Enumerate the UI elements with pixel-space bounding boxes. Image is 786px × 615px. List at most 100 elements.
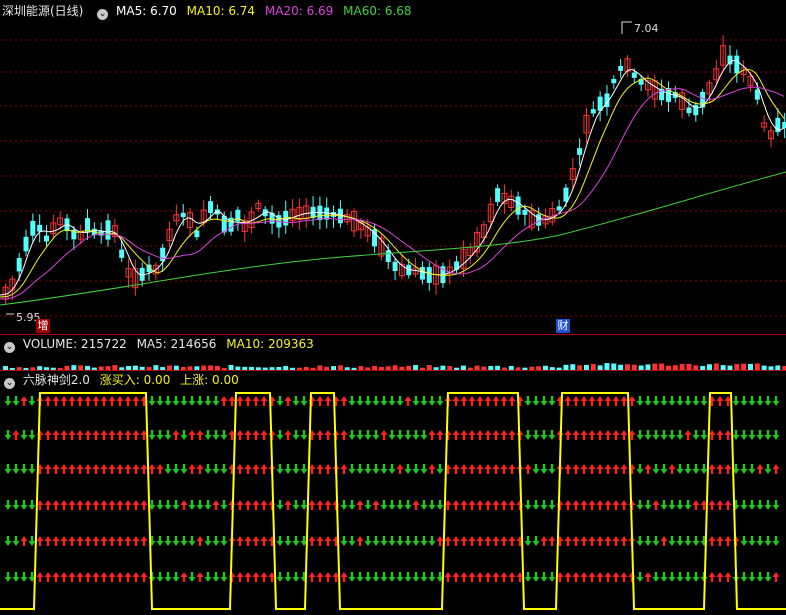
indicator-panel[interactable]: ⌄ 六脉神剑2.0 涨买入: 0.00 上涨: 0.00: [0, 371, 786, 615]
arrow-down-icon: [420, 500, 428, 510]
arrow-up-icon: [484, 536, 492, 546]
candle-body: [618, 65, 624, 71]
arrow-up-icon: [68, 500, 76, 510]
arrow-up-icon: [76, 396, 84, 406]
arrow-down-icon: [12, 536, 20, 546]
arrow-up-icon: [484, 396, 492, 406]
arrow-up-icon: [340, 396, 348, 406]
candle-body: [577, 148, 583, 155]
arrow-up-icon: [620, 572, 628, 582]
arrow-down-icon: [740, 464, 748, 474]
arrow-down-icon: [700, 464, 708, 474]
arrow-up-icon: [500, 430, 508, 440]
arrow-down-icon: [12, 464, 20, 474]
candle-body: [180, 212, 186, 218]
arrow-down-icon: [532, 430, 540, 440]
arrow-down-icon: [156, 396, 164, 406]
candlestick-chart[interactable]: [0, 0, 786, 334]
candle-body: [563, 187, 569, 202]
arrow-up-icon: [492, 500, 500, 510]
arrow-up-icon: [476, 430, 484, 440]
arrow-down-icon: [412, 464, 420, 474]
arrow-down-icon: [428, 536, 436, 546]
candle-body: [734, 55, 740, 74]
arrow-down-icon: [204, 430, 212, 440]
arrow-down-icon: [156, 430, 164, 440]
candle-body: [392, 261, 398, 272]
arrow-up-icon: [236, 430, 244, 440]
arrow-up-icon: [124, 536, 132, 546]
arrow-down-icon: [188, 500, 196, 510]
arrow-up-icon: [628, 572, 636, 582]
arrow-up-icon: [380, 430, 388, 440]
arrow-down-icon: [772, 430, 780, 440]
volume-bar: [754, 363, 760, 370]
arrow-up-icon: [188, 464, 196, 474]
arrow-down-icon: [676, 536, 684, 546]
arrow-down-icon: [204, 536, 212, 546]
arrow-down-icon: [764, 536, 772, 546]
arrow-up-icon: [588, 430, 596, 440]
arrow-down-icon: [148, 396, 156, 406]
arrow-up-icon: [244, 464, 252, 474]
arrow-down-icon: [172, 536, 180, 546]
candle-body: [208, 201, 214, 214]
arrow-down-icon: [676, 500, 684, 510]
arrow-down-icon: [300, 430, 308, 440]
event-marker-cai[interactable]: 财: [556, 319, 570, 333]
arrow-up-icon: [500, 464, 508, 474]
arrow-up-icon: [716, 500, 724, 510]
arrow-up-icon: [108, 536, 116, 546]
arrow-down-icon: [748, 464, 756, 474]
arrow-up-icon: [572, 396, 580, 406]
arrow-down-icon: [172, 464, 180, 474]
chevron-down-icon[interactable]: ⌄: [4, 378, 15, 389]
six-pulse-signal-chart[interactable]: [0, 371, 786, 615]
arrow-down-icon: [764, 430, 772, 440]
arrow-down-icon: [28, 430, 36, 440]
arrow-down-icon: [396, 536, 404, 546]
arrow-down-icon: [356, 396, 364, 406]
arrow-down-icon: [204, 396, 212, 406]
chevron-down-icon[interactable]: ⌄: [4, 342, 15, 353]
price-panel[interactable]: 深圳能源(日线) ⌄ MA5: 6.70 MA10: 6.74 MA20: 6.…: [0, 0, 786, 334]
arrow-up-icon: [572, 572, 580, 582]
arrow-down-icon: [172, 396, 180, 406]
arrow-down-icon: [636, 464, 644, 474]
arrow-up-icon: [76, 464, 84, 474]
arrow-up-icon: [316, 396, 324, 406]
arrow-down-icon: [20, 500, 28, 510]
arrow-down-icon: [548, 500, 556, 510]
arrow-up-icon: [100, 500, 108, 510]
arrow-up-icon: [604, 572, 612, 582]
arrow-down-icon: [188, 536, 196, 546]
volume-panel[interactable]: ⌄ VOLUME: 215722 MA5: 214656 MA10: 20936…: [0, 335, 786, 370]
arrow-up-icon: [596, 430, 604, 440]
arrow-down-icon: [700, 396, 708, 406]
ma60-label: MA60: 6.68: [343, 4, 412, 18]
arrow-up-icon: [564, 430, 572, 440]
arrow-up-icon: [124, 500, 132, 510]
arrow-up-icon: [716, 536, 724, 546]
candle-body: [419, 267, 425, 280]
arrow-up-icon: [476, 536, 484, 546]
candle-body: [85, 218, 91, 232]
arrow-up-icon: [116, 430, 124, 440]
arrow-down-icon: [348, 500, 356, 510]
arrow-up-icon: [604, 500, 612, 510]
volume-ma5: MA5: 214656: [136, 337, 217, 351]
arrow-down-icon: [380, 500, 388, 510]
arrow-down-icon: [156, 572, 164, 582]
arrow-up-icon: [244, 536, 252, 546]
arrow-down-icon: [748, 572, 756, 582]
arrow-down-icon: [420, 536, 428, 546]
chevron-down-icon[interactable]: ⌄: [97, 9, 109, 20]
arrow-down-icon: [540, 396, 548, 406]
arrow-up-icon: [180, 572, 188, 582]
candle-body: [495, 188, 501, 202]
arrow-up-icon: [612, 572, 620, 582]
arrow-up-icon: [580, 536, 588, 546]
event-marker-zeng[interactable]: 增: [36, 319, 50, 333]
arrow-up-icon: [180, 500, 188, 510]
candle-body: [16, 257, 22, 272]
